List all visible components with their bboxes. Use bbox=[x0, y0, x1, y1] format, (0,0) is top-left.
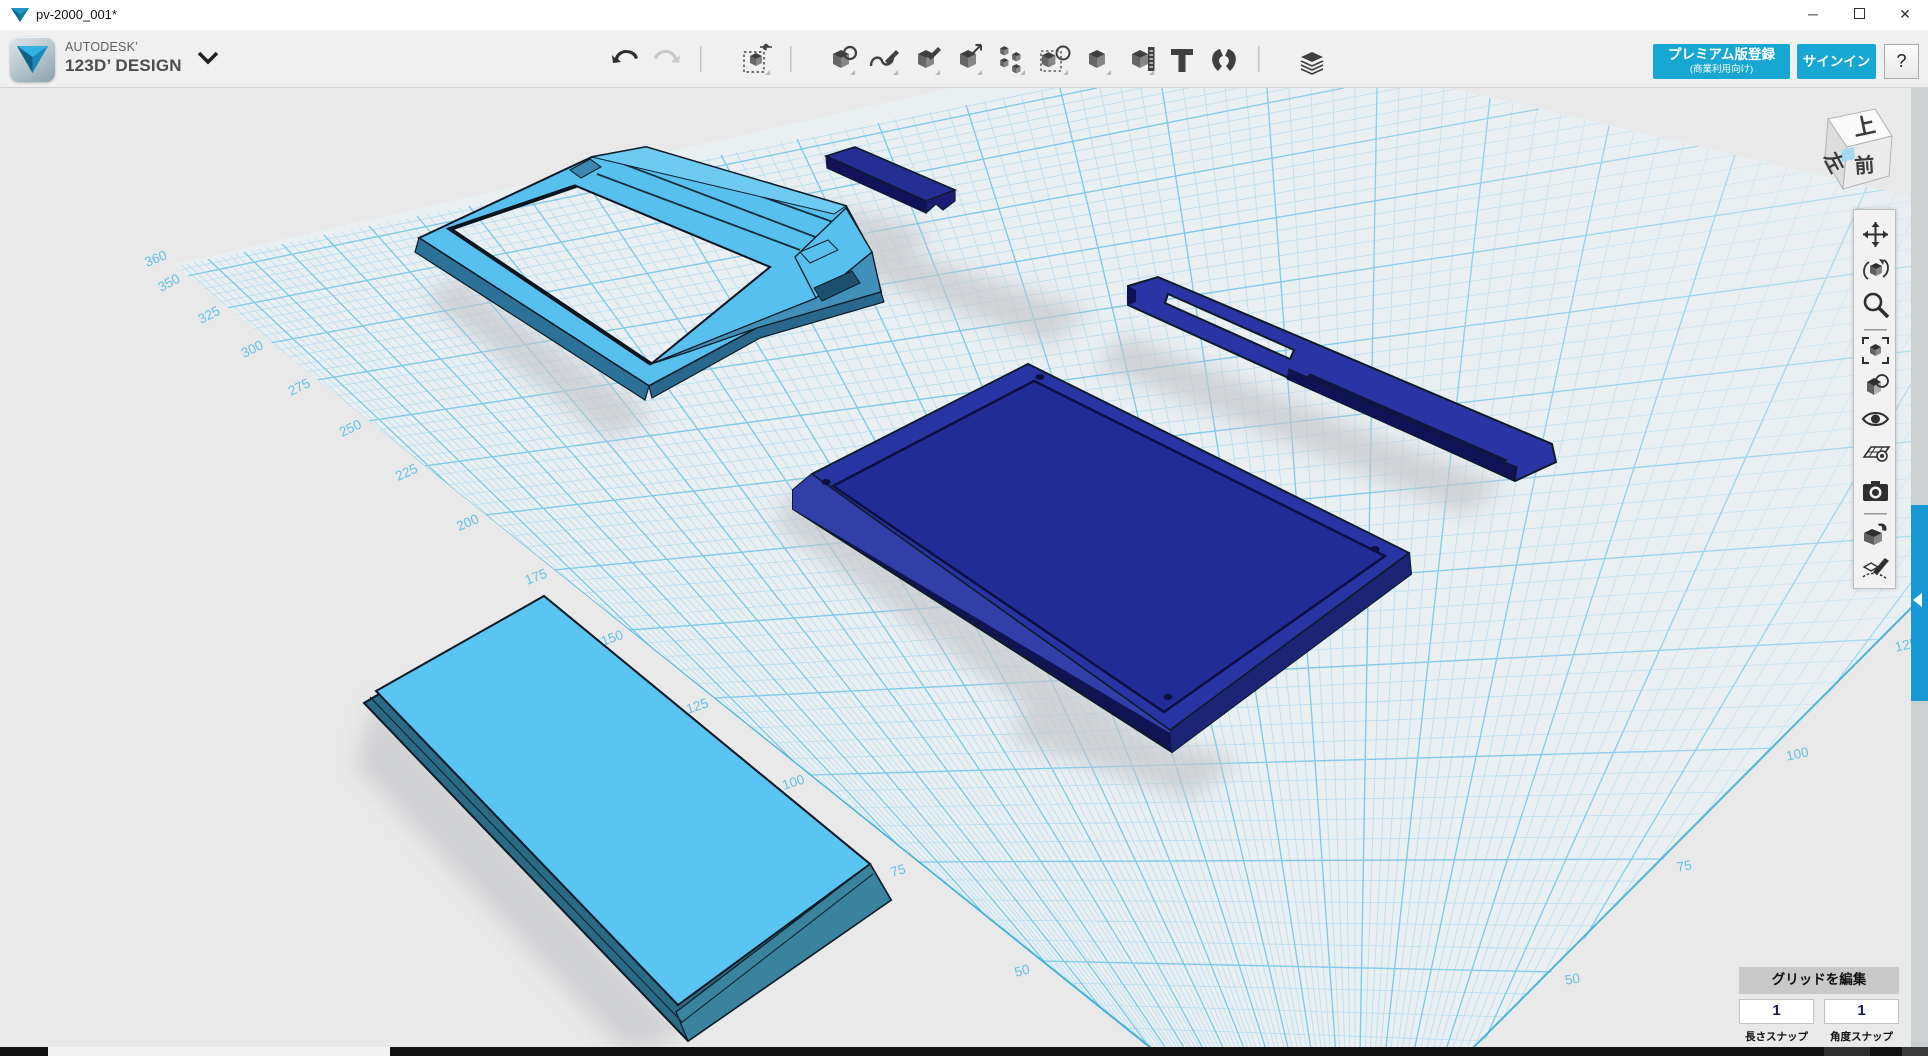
svg-text:50: 50 bbox=[1564, 971, 1581, 988]
svg-text:前: 前 bbox=[1854, 153, 1876, 178]
svg-text:75: 75 bbox=[1675, 857, 1692, 874]
